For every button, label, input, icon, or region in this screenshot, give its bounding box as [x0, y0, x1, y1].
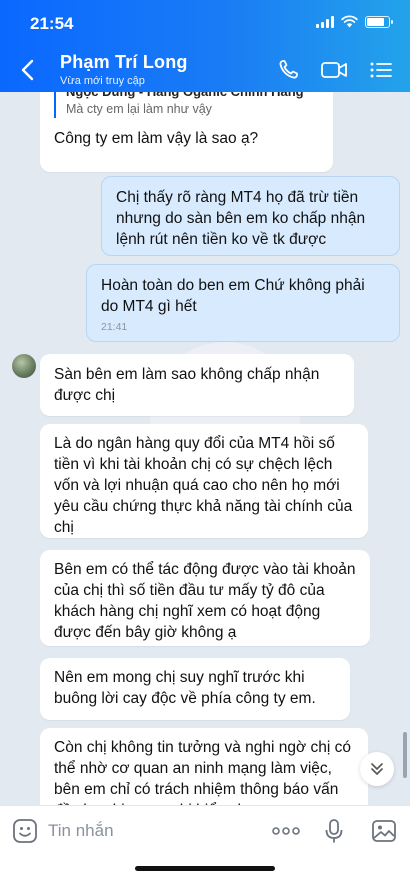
menu-button[interactable] — [368, 58, 394, 82]
chat-header: 21:54 Phạm Trí Long Vừa mới truy cập — [0, 0, 410, 92]
contact-status: Vừa mới truy cập — [60, 75, 145, 87]
more-dots-icon — [272, 827, 300, 835]
quoted-sender: Ngọc Dung - Hàng Oganic Chính Hãng — [66, 92, 319, 100]
message-composer — [0, 805, 410, 885]
image-icon — [372, 820, 396, 842]
sticker-button[interactable] — [12, 818, 38, 844]
message-text: Là do ngân hàng quy đổi của MT4 hồi số t… — [54, 435, 353, 536]
message-text: Còn chị không tin tưởng và nghi ngờ chị … — [54, 739, 351, 805]
video-call-button[interactable] — [320, 58, 348, 82]
message-bubble-incoming[interactable]: Còn chị không tin tưởng và nghi ngờ chị … — [40, 728, 368, 805]
scrollbar[interactable] — [403, 732, 407, 778]
scroll-to-bottom-button[interactable] — [360, 752, 394, 786]
chat-area[interactable]: Ngọc Dung - Hàng Oganic Chính Hãng Mà ct… — [0, 92, 410, 805]
back-button[interactable] — [18, 58, 38, 82]
message-text: Chị thấy rõ ràng MT4 họ đã trừ tiền nhưn… — [116, 189, 366, 248]
message-text: Công ty em làm vậy là sao ạ? — [54, 130, 259, 147]
message-text: Sàn bên em làm sao không chấp nhận được … — [54, 366, 320, 404]
message-input[interactable] — [48, 816, 258, 846]
message-text: Bên em có thể tác động được vào tài khoả… — [54, 561, 356, 641]
message-text: Hoàn toàn do ben em Chứ không phải do MT… — [101, 277, 365, 315]
message-time: 21:41 — [101, 321, 128, 333]
message-text: Nên em mong chị suy nghĩ trước khi buông… — [54, 669, 316, 707]
voice-message-button[interactable] — [320, 817, 348, 845]
message-bubble-outgoing[interactable]: Hoàn toàn do ben em Chứ không phải do MT… — [86, 264, 400, 342]
message-bubble-incoming[interactable]: Ngọc Dung - Hàng Oganic Chính Hãng Mà ct… — [40, 92, 333, 172]
sender-avatar[interactable] — [12, 354, 36, 378]
signal-icon — [316, 15, 334, 28]
message-bubble-incoming[interactable]: Bên em có thể tác động được vào tài khoả… — [40, 550, 370, 646]
send-image-button[interactable] — [370, 817, 398, 845]
microphone-icon — [325, 819, 343, 843]
wifi-icon — [341, 15, 358, 28]
quoted-text: Mà cty em lại làm như vậy — [66, 102, 212, 116]
message-bubble-incoming[interactable]: Nên em mong chị suy nghĩ trước khi buông… — [40, 658, 350, 720]
message-bubble-outgoing[interactable]: Chị thấy rõ ràng MT4 họ đã trừ tiền nhưn… — [101, 176, 400, 256]
status-icons — [316, 15, 393, 28]
status-time: 21:54 — [30, 14, 74, 33]
battery-icon — [365, 15, 393, 28]
home-indicator[interactable] — [135, 866, 275, 871]
contact-name[interactable]: Phạm Trí Long — [60, 52, 188, 73]
call-button[interactable] — [276, 58, 302, 82]
quoted-message[interactable]: Ngọc Dung - Hàng Oganic Chính Hãng Mà ct… — [54, 92, 319, 118]
chevron-double-down-icon — [371, 763, 383, 775]
more-options-button[interactable] — [272, 817, 300, 845]
message-bubble-incoming[interactable]: Là do ngân hàng quy đổi của MT4 hồi số t… — [40, 424, 368, 538]
message-bubble-incoming[interactable]: Sàn bên em làm sao không chấp nhận được … — [40, 354, 354, 416]
